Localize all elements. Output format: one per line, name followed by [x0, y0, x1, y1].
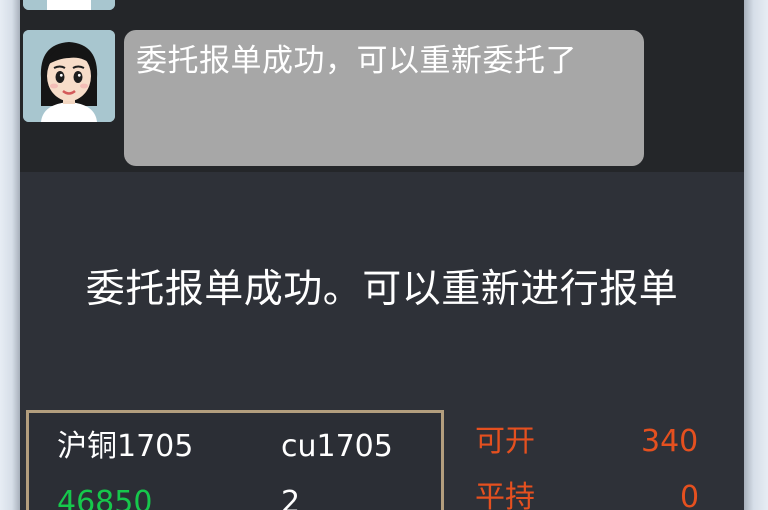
avatar-icon — [23, 30, 115, 122]
notice-text: 委托报单成功。可以重新进行报单 — [85, 267, 679, 312]
close-label: 平持 — [475, 480, 535, 510]
avatar — [23, 30, 115, 122]
chat-area[interactable]: 委托报单成功，可以重新委托了 — [20, 0, 744, 172]
avatar — [23, 0, 115, 10]
chat-message — [20, 0, 744, 15]
contract-name: 沪铜1705 — [57, 429, 194, 464]
chat-bubble: 委托报单成功，可以重新委托了 — [124, 30, 644, 166]
screen-border-right — [744, 0, 768, 510]
chat-message: 委托报单成功，可以重新委托了 — [20, 30, 744, 170]
contract-info-box[interactable]: 沪铜1705 cu1705 46850 2 — [26, 410, 444, 510]
contract-qty: 2 — [281, 485, 301, 510]
contract-price: 46850 — [57, 485, 153, 510]
contract-code: cu1705 — [281, 429, 393, 464]
screen-border-left — [0, 0, 20, 510]
app-screen: 委托报单成功，可以重新委托了 委托报单成功。可以重新进行报单 沪铜1705 cu… — [0, 0, 768, 510]
open-label: 可开 — [475, 424, 535, 459]
close-value: 0 — [680, 480, 700, 510]
avatar-icon — [23, 0, 115, 10]
open-value: 340 — [641, 424, 699, 459]
